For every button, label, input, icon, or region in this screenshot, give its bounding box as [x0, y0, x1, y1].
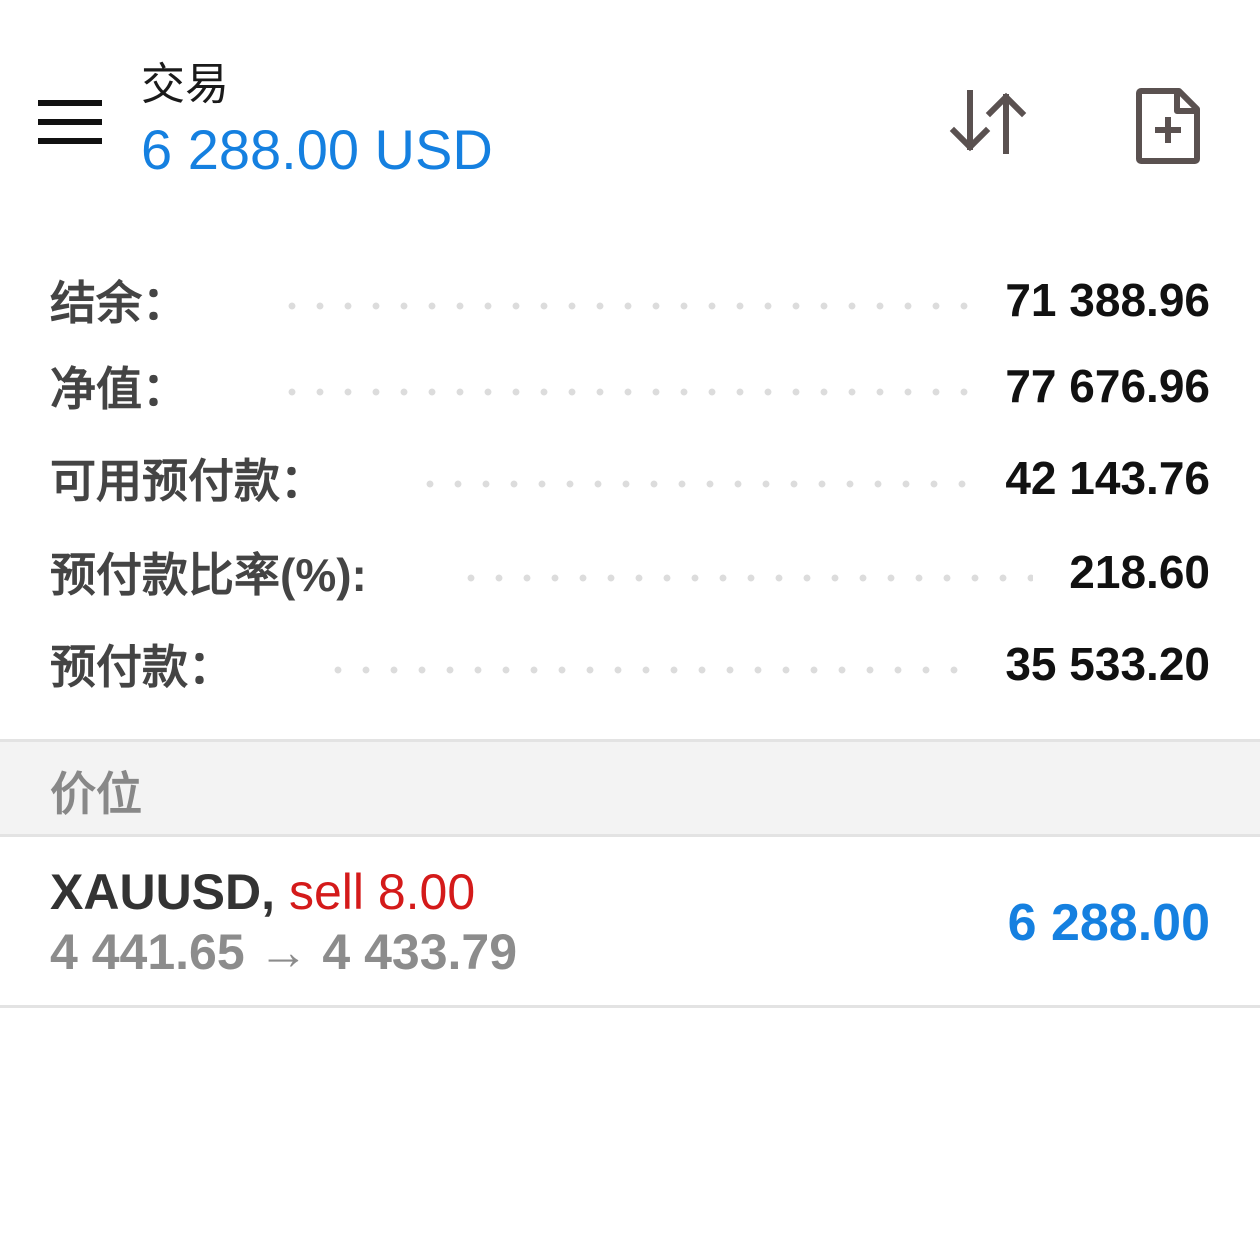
free-margin-row: 可用预付款： 42 143.76 [50, 438, 1210, 518]
position-prices: 4 441.65 → 4 433.79 [50, 924, 518, 980]
document-plus-icon [1136, 88, 1200, 164]
dotted-leader [324, 666, 970, 674]
balance-label: 结余： [50, 277, 188, 329]
dotted-leader [278, 388, 970, 396]
position-row[interactable]: XAUUSD, sell 8.00 4 441.65 → 4 433.79 6 … [0, 837, 1260, 1008]
equity-label: 净值： [50, 363, 188, 415]
free-margin-value: 42 143.76 [1005, 452, 1210, 504]
margin-level-row: 预付款比率(%): 218.60 [50, 532, 1210, 612]
margin-label: 预付款： [50, 641, 234, 693]
balance-value: 71 388.96 [1005, 274, 1210, 326]
dotted-leader [456, 574, 1034, 582]
sort-arrows-icon [949, 90, 1027, 154]
free-margin-label: 可用预付款： [50, 455, 326, 507]
total-profit: 6 288.00 USD [141, 118, 493, 181]
app-header: 交易 6 288.00 USD [0, 0, 1260, 225]
screen-title: 交易 [141, 60, 229, 109]
equity-value: 77 676.96 [1005, 360, 1210, 412]
section-title: 价位 [50, 768, 142, 820]
dotted-leader [278, 302, 970, 310]
menu-button[interactable] [24, 80, 116, 164]
sort-button[interactable] [936, 76, 1040, 168]
equity-row: 净值： 77 676.96 [50, 346, 1210, 426]
positions-section-header: 价位 [0, 739, 1260, 837]
position-side-volume: sell 8.00 [288, 864, 476, 920]
position-title: XAUUSD, sell 8.00 [50, 863, 475, 921]
position-profit: 6 288.00 [1007, 894, 1210, 952]
margin-row: 预付款： 35 533.20 [50, 624, 1210, 704]
margin-level-label: 预付款比率(%): [50, 549, 367, 601]
margin-level-value: 218.60 [1069, 546, 1210, 598]
position-symbol: XAUUSD, [50, 864, 276, 920]
dotted-leader [416, 480, 970, 488]
title-block: 交易 6 288.00 USD [141, 58, 493, 184]
balance-row: 结余： 71 388.96 [50, 260, 1210, 340]
margin-value: 35 533.20 [1005, 638, 1210, 690]
hamburger-menu-icon [38, 100, 102, 144]
new-order-button[interactable] [1120, 74, 1216, 178]
